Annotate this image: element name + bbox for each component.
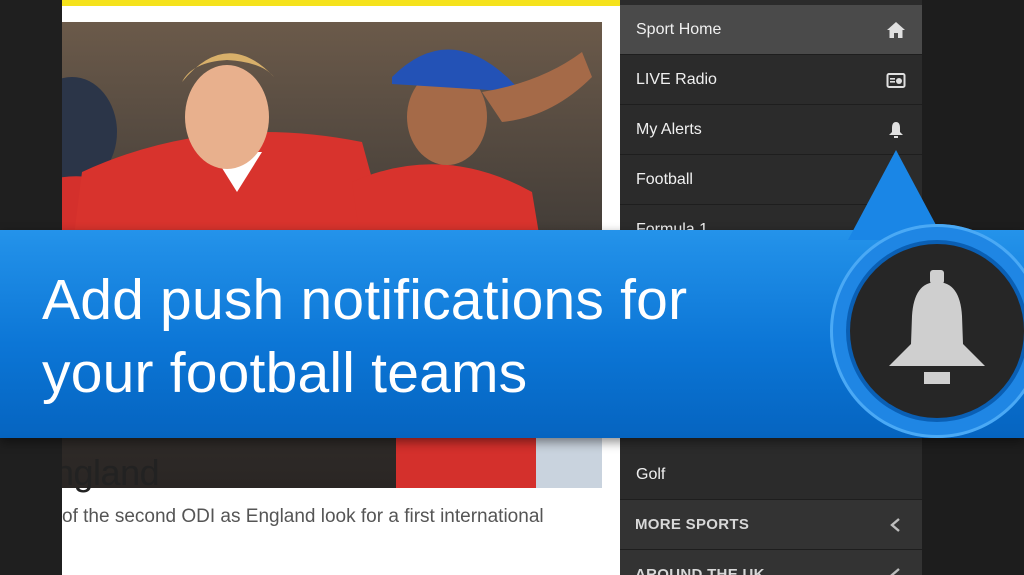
app-screenshot: ngland of the second ODI as England look… — [0, 0, 1024, 575]
bell-icon — [889, 270, 985, 384]
banner-headline: Add push notifications for your football… — [42, 268, 688, 405]
bell-badge — [830, 224, 1024, 438]
bell-badge-face — [850, 244, 1024, 418]
